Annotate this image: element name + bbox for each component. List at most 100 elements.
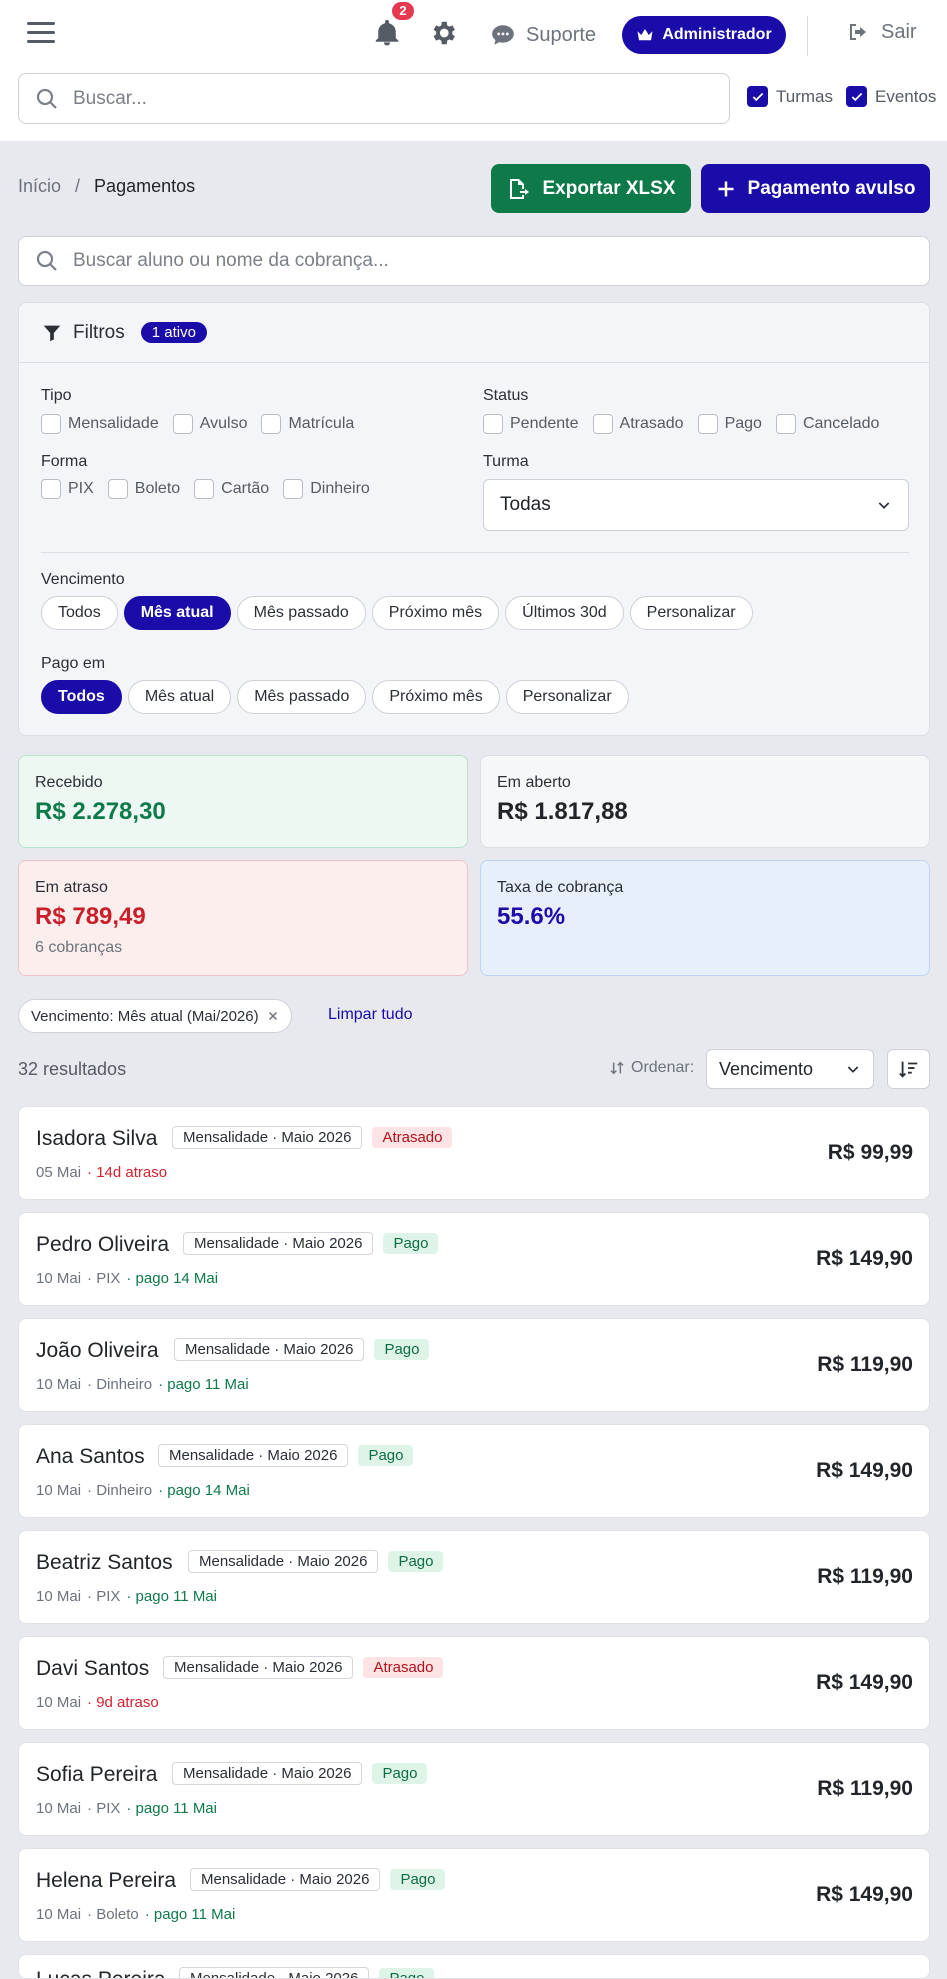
payment-card[interactable]: Isadora Silva Mensalidade · Maio 2026 At… bbox=[18, 1106, 930, 1200]
checkbox[interactable] bbox=[775, 414, 796, 434]
payment-card[interactable]: Davi Santos Mensalidade · Maio 2026 Atra… bbox=[18, 1636, 930, 1730]
chip-todos[interactable]: Todos bbox=[41, 596, 118, 630]
breadcrumb-current: Pagamentos bbox=[94, 176, 196, 196]
forma-option-cartao[interactable]: Cartão bbox=[194, 479, 269, 499]
sort-select[interactable]: Vencimento bbox=[706, 1049, 874, 1089]
card-tags: Mensalidade · Maio 2026 Pago bbox=[179, 1967, 435, 1978]
stat-label: Em aberto bbox=[497, 774, 571, 791]
forma-option-dinheiro[interactable]: Dinheiro bbox=[283, 479, 370, 499]
charge-tag: Mensalidade · Maio 2026 bbox=[172, 1126, 363, 1149]
chip-mes-passado[interactable]: Mês passado bbox=[237, 680, 367, 714]
export-label: Exportar XLSX bbox=[542, 177, 676, 199]
admin-button[interactable]: Administrador bbox=[622, 16, 786, 54]
payment-card[interactable]: Sofia Pereira Mensalidade · Maio 2026 Pa… bbox=[18, 1742, 930, 1836]
chip-todos[interactable]: Todos bbox=[41, 680, 122, 714]
turma-value: Todas bbox=[500, 494, 551, 515]
payment-card[interactable]: Lucas Pereira Mensalidade · Maio 2026 Pa… bbox=[18, 1954, 930, 1979]
tipo-option-avulso[interactable]: Avulso bbox=[172, 414, 247, 434]
chip-personalizar[interactable]: Personalizar bbox=[629, 596, 753, 630]
divider bbox=[807, 16, 808, 56]
chip-mes-atual[interactable]: Mês atual bbox=[127, 680, 232, 714]
card-tags: Mensalidade · Maio 2026 Pago bbox=[172, 1762, 428, 1785]
bell-icon[interactable] bbox=[372, 18, 402, 48]
chat-icon bbox=[492, 25, 514, 45]
new-payment-button[interactable]: Pagamento avulso bbox=[701, 164, 930, 213]
checkbox[interactable] bbox=[107, 479, 128, 499]
status-option-pago[interactable]: Pago bbox=[697, 414, 762, 434]
payment-card[interactable]: João Oliveira Mensalidade · Maio 2026 Pa… bbox=[18, 1318, 930, 1412]
filters-header[interactable]: Filtros 1 ativo bbox=[19, 303, 929, 363]
chip-proximo-mes[interactable]: Próximo mês bbox=[371, 596, 500, 630]
breadcrumb-home[interactable]: Início bbox=[18, 176, 61, 197]
export-xlsx-button[interactable]: Exportar XLSX bbox=[491, 164, 691, 213]
card-meta: 10 Mai · PIX · pago 11 Mai bbox=[36, 1800, 217, 1817]
option-label: Pago bbox=[724, 415, 762, 432]
gear-icon[interactable] bbox=[428, 18, 458, 48]
status-option-cancelado[interactable]: Cancelado bbox=[775, 414, 879, 434]
sort-direction-button[interactable] bbox=[887, 1049, 930, 1089]
card-meta: 10 Mai · Dinheiro · pago 14 Mai bbox=[36, 1482, 250, 1499]
status-badge: Pago bbox=[390, 1869, 446, 1890]
payment-method: · PIX bbox=[87, 1588, 121, 1605]
payment-card[interactable]: Pedro Oliveira Mensalidade · Maio 2026 P… bbox=[18, 1212, 930, 1306]
late-info: · 9d atraso bbox=[87, 1694, 159, 1711]
checkbox[interactable] bbox=[41, 479, 61, 499]
payment-method: · Boleto bbox=[87, 1906, 139, 1923]
top-bar: 2 Suporte Administrador Sair Buscar... T… bbox=[0, 0, 947, 141]
checkbox[interactable] bbox=[172, 414, 193, 434]
turma-select[interactable]: Todas bbox=[483, 479, 909, 531]
eventos-label: Eventos bbox=[875, 86, 937, 106]
support-link[interactable]: Suporte bbox=[490, 20, 596, 50]
student-name: João Oliveira bbox=[36, 1339, 159, 1362]
status-badge: Atrasado bbox=[372, 1127, 453, 1148]
status-label: Status bbox=[483, 387, 529, 404]
logout-button[interactable]: Sair bbox=[845, 20, 917, 44]
forma-option-pix[interactable]: PIX bbox=[41, 479, 94, 499]
tipo-label: Tipo bbox=[41, 387, 72, 404]
chip-mes-passado[interactable]: Mês passado bbox=[236, 596, 366, 630]
checkbox[interactable] bbox=[283, 479, 304, 499]
chip-personalizar[interactable]: Personalizar bbox=[505, 680, 629, 714]
global-search-input[interactable]: Buscar... bbox=[18, 73, 730, 124]
chip-proximo-mes[interactable]: Próximo mês bbox=[372, 680, 500, 714]
payment-card[interactable]: Ana Santos Mensalidade · Maio 2026 Pago … bbox=[18, 1424, 930, 1518]
option-label: Boleto bbox=[134, 480, 181, 497]
payment-method: · PIX bbox=[87, 1800, 121, 1817]
payment-card[interactable]: Beatriz Santos Mensalidade · Maio 2026 P… bbox=[18, 1530, 930, 1624]
eventos-toggle[interactable]: Eventos bbox=[846, 86, 936, 107]
tipo-option-matricula[interactable]: Matrícula bbox=[261, 414, 354, 434]
due-date: 10 Mai bbox=[36, 1800, 82, 1817]
option-label: Mensalidade bbox=[68, 415, 159, 432]
breadcrumb: Início / Pagamentos bbox=[18, 176, 195, 197]
chip-mes-atual[interactable]: Mês atual bbox=[123, 596, 231, 630]
pago-em-label: Pago em bbox=[41, 655, 106, 672]
payment-card[interactable]: Helena Pereira Mensalidade · Maio 2026 P… bbox=[18, 1848, 930, 1942]
clear-all-link[interactable]: Limpar tudo bbox=[328, 1006, 413, 1024]
checkbox[interactable] bbox=[483, 414, 503, 434]
tipo-option-mensalidade[interactable]: Mensalidade bbox=[41, 414, 159, 434]
stat-value: 55.6% bbox=[497, 903, 566, 930]
card-meta: 10 Mai · Boleto · pago 11 Mai bbox=[36, 1906, 235, 1923]
stat-label: Recebido bbox=[35, 774, 103, 791]
active-count-badge: 1 ativo bbox=[140, 322, 207, 343]
sort-label-wrap: Ordenar: bbox=[609, 1059, 694, 1077]
due-date: 10 Mai bbox=[36, 1482, 82, 1499]
checkbox[interactable] bbox=[194, 479, 215, 499]
menu-icon[interactable] bbox=[27, 22, 55, 44]
close-icon[interactable] bbox=[267, 1010, 279, 1022]
stat-em-aberto: Em aberto R$ 1.817,88 bbox=[480, 755, 930, 848]
turmas-toggle[interactable]: Turmas bbox=[747, 86, 833, 107]
status-option-atrasado[interactable]: Atrasado bbox=[592, 414, 684, 434]
status-option-pendente[interactable]: Pendente bbox=[483, 414, 579, 434]
charge-tag: Mensalidade · Maio 2026 bbox=[190, 1868, 381, 1891]
checkbox[interactable] bbox=[261, 414, 282, 434]
checkbox[interactable] bbox=[41, 414, 61, 434]
checkbox[interactable] bbox=[592, 414, 613, 434]
chip-ultimos-30d[interactable]: Últimos 30d bbox=[505, 596, 624, 630]
forma-option-boleto[interactable]: Boleto bbox=[107, 479, 181, 499]
payment-search-input[interactable]: Buscar aluno ou nome da cobrança... bbox=[18, 236, 930, 286]
amount: R$ 149,90 bbox=[816, 1247, 913, 1270]
checkbox[interactable] bbox=[697, 414, 718, 434]
student-name: Helena Pereira bbox=[36, 1869, 177, 1892]
search-placeholder: Buscar... bbox=[73, 87, 147, 109]
